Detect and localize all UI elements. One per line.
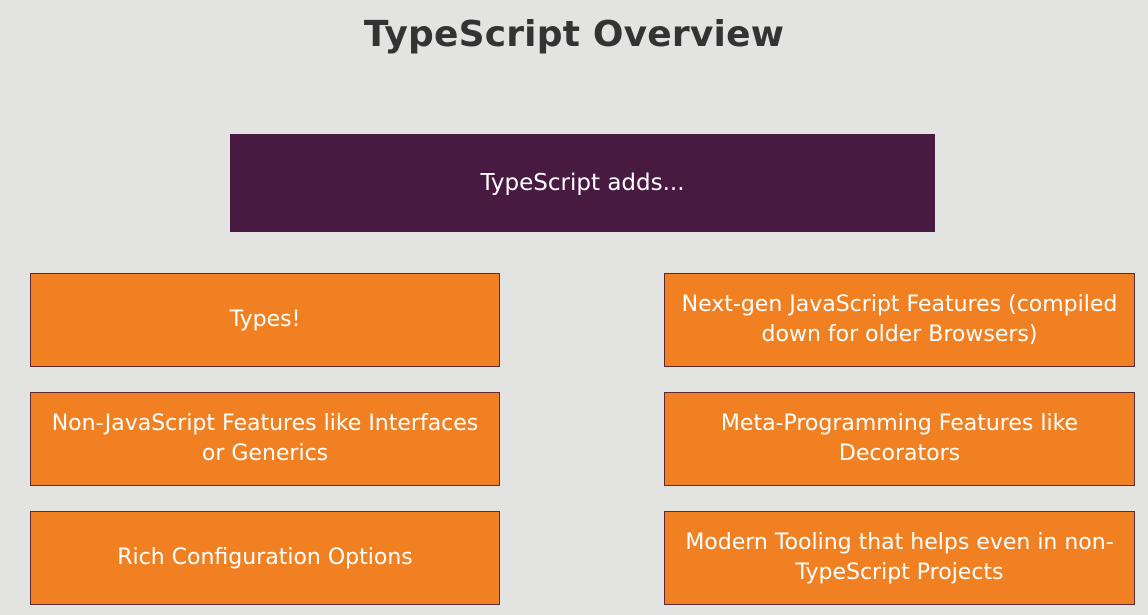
slide-title: TypeScript Overview: [363, 14, 785, 55]
feature-label: Meta-Programming Features like Decorator…: [720, 411, 1079, 466]
feature-label: Types!: [229, 307, 301, 332]
feature-box-rich-configuration: Rich Configuration Options: [30, 511, 500, 605]
feature-box-types: Types!: [30, 273, 500, 367]
feature-box-non-javascript-features: Non-JavaScript Features like Interfaces …: [30, 392, 500, 486]
typescript-adds-label: TypeScript adds...: [480, 170, 685, 196]
feature-label: Non-JavaScript Features like Interfaces …: [51, 411, 479, 466]
feature-label: Modern Tooling that helps even in non-Ty…: [685, 530, 1114, 585]
feature-label: Next-gen JavaScript Features (compiled d…: [681, 292, 1118, 347]
feature-box-meta-programming: Meta-Programming Features like Decorator…: [664, 392, 1135, 486]
feature-box-next-gen-javascript: Next-gen JavaScript Features (compiled d…: [664, 273, 1135, 367]
feature-box-modern-tooling: Modern Tooling that helps even in non-Ty…: [664, 511, 1135, 605]
feature-label: Rich Configuration Options: [117, 545, 413, 570]
typescript-adds-box: TypeScript adds...: [230, 134, 935, 232]
